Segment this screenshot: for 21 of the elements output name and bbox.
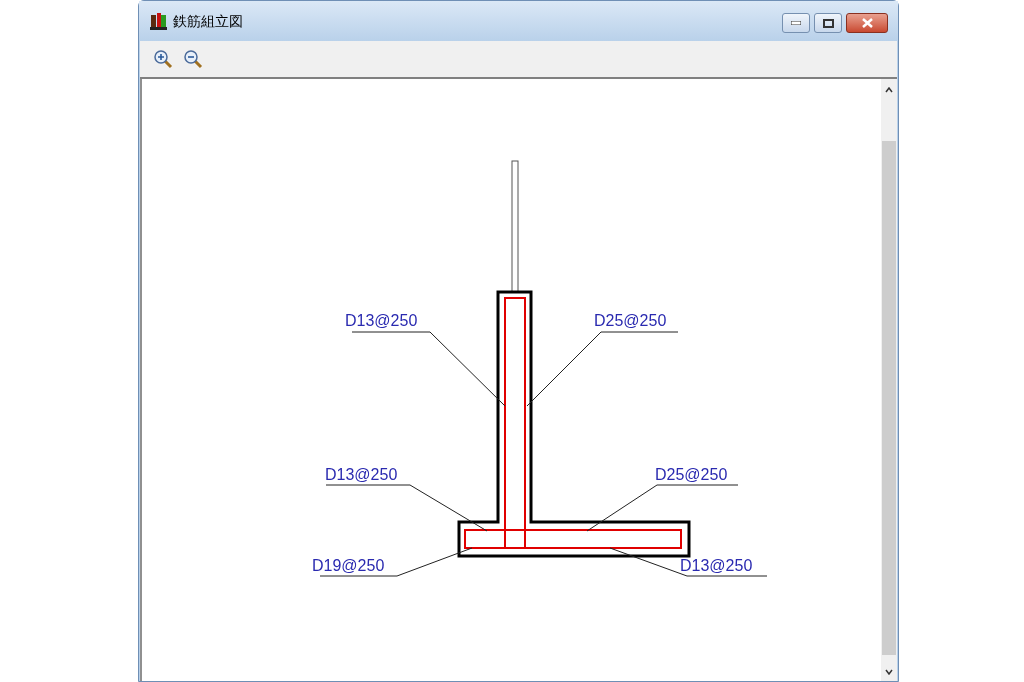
zoom-in-button[interactable]	[152, 48, 174, 70]
scrollbar-thumb[interactable]	[882, 141, 896, 655]
rebar-label: D13@250	[325, 466, 398, 484]
scroll-down-icon	[885, 669, 893, 675]
rebar-label: D19@250	[312, 557, 385, 575]
scroll-up-icon	[885, 87, 893, 93]
maximize-icon	[822, 18, 834, 28]
zoom-in-icon	[153, 49, 173, 69]
window-title: 鉄筋組立図	[173, 11, 243, 31]
rebar-label: D13@250	[680, 557, 753, 575]
maximize-button[interactable]	[814, 13, 842, 33]
close-button[interactable]	[846, 13, 888, 33]
rebar-label: D25@250	[655, 466, 728, 484]
zoom-out-button[interactable]	[182, 48, 204, 70]
rebar-label: D25@250	[594, 312, 667, 330]
minimize-icon	[791, 21, 801, 25]
rebar-label: D13@250	[345, 312, 418, 330]
scrollbar[interactable]	[881, 79, 897, 681]
app-icon	[149, 11, 169, 31]
close-icon	[861, 18, 873, 28]
zoom-out-icon	[183, 49, 203, 69]
